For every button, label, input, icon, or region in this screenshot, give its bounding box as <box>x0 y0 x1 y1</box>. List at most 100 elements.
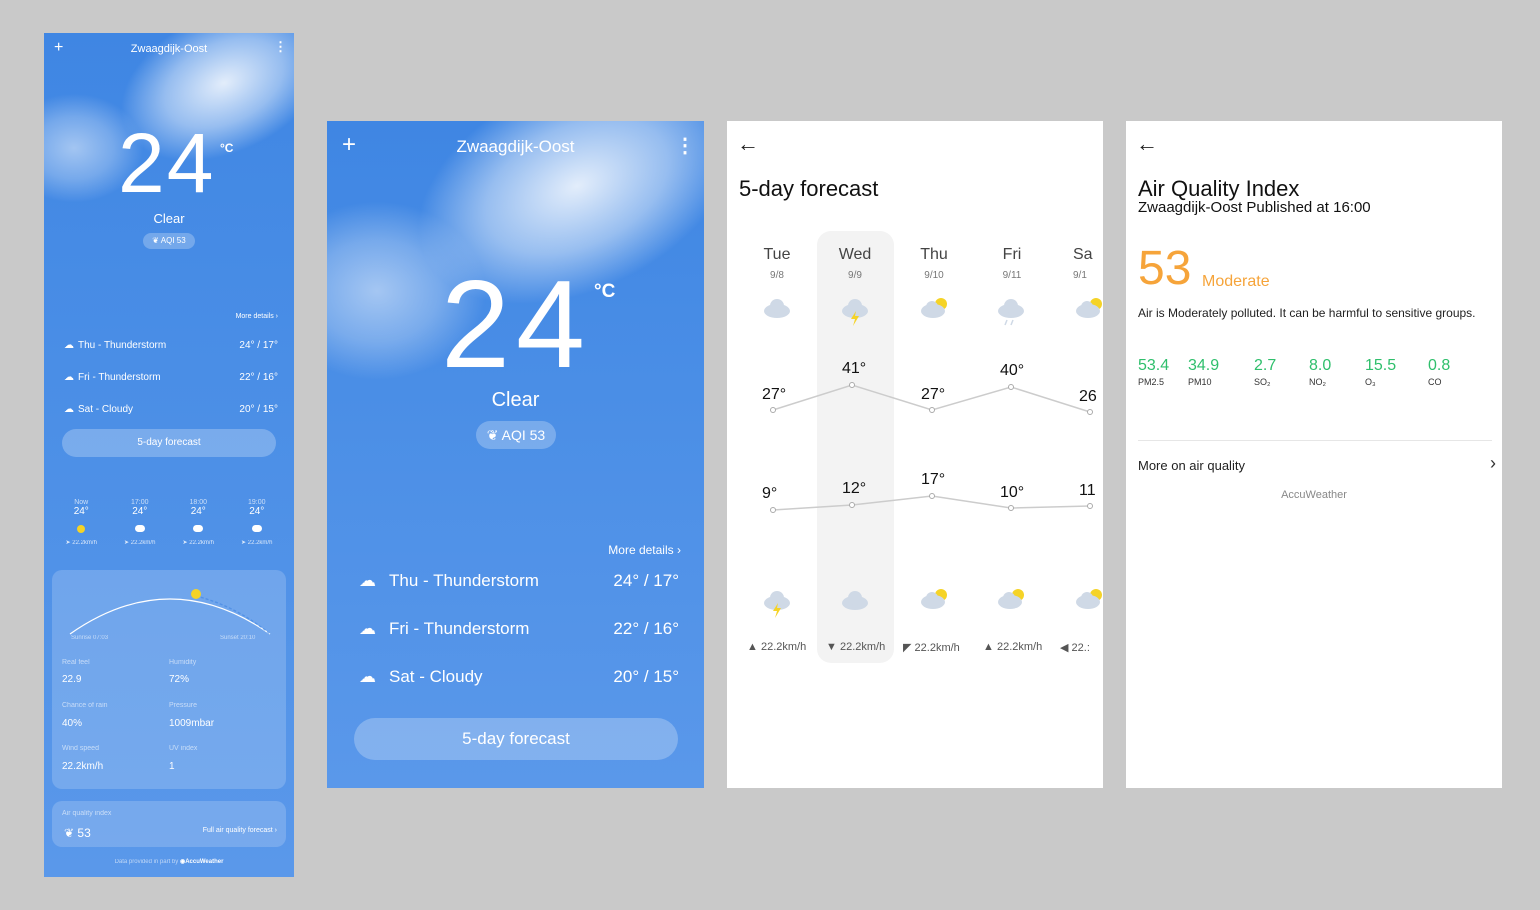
thunderstorm-icon: ☁ <box>64 339 74 351</box>
hour-wind: 22.2km/h <box>72 540 97 546</box>
forecast-temps: 22° / 16° <box>239 371 278 383</box>
partly-cloudy-icon <box>921 589 947 609</box>
forecast-temps: 24° / 17° <box>239 339 278 351</box>
forecast-row[interactable]: ☁ Sat - Cloudy 20° / 15° <box>359 653 679 701</box>
high-temp: 27° <box>921 386 946 403</box>
pollutant: 8.0 NO₂ <box>1309 357 1331 387</box>
wind-arrow-icon: ▲ <box>747 641 758 653</box>
more-details-label: More details <box>608 543 674 557</box>
high-temp: 40° <box>1000 362 1025 379</box>
aq-card-label: Air quality index <box>62 810 112 817</box>
data-provider-brand: AccuWeather <box>185 859 224 865</box>
partly-cloudy-icon <box>998 589 1024 609</box>
screen-main-full: + Zwaagdijk-Oost ⋮ 24 °C Clear ❦ AQI 53 … <box>44 33 294 877</box>
divider <box>1138 440 1492 441</box>
wind-value: 22.2km/h <box>914 642 960 654</box>
pollutant-label: PM10 <box>1188 377 1212 387</box>
more-details-link[interactable]: More details › <box>194 313 278 320</box>
forecast-temps: 20° / 15° <box>239 403 278 415</box>
data-provider: Data provided in part by ◉AccuWeather <box>44 858 294 865</box>
forecast-row[interactable]: ☁ Sat - Cloudy 20° / 15° <box>64 393 278 425</box>
partly-cloudy-icon <box>193 525 204 532</box>
high-temp: 26 <box>1079 388 1097 405</box>
wind-arrow-icon: ▼ <box>826 641 837 653</box>
wind-arrow-icon: ➤ <box>182 540 188 546</box>
hourly-item: 19:00 24° ➤ 22.2km/h <box>228 499 287 546</box>
more-on-air-quality-row[interactable]: More on air quality › <box>1138 453 1496 477</box>
screen-five-day: ← 5-day forecast Tue 9/8 Wed 9/9 Thu 9/1… <box>727 121 1103 788</box>
cloudy-icon: ☁ <box>359 667 376 686</box>
hour-wind: 22.2km/h <box>247 540 273 546</box>
detail-value: 72% <box>169 674 190 685</box>
cloudy-icon <box>842 591 868 610</box>
temp-unit: °C <box>594 281 616 302</box>
wind-arrow-icon: ➤ <box>124 540 130 546</box>
screen-air-quality: ← Air Quality Index Zwaagdijk-Oost Publi… <box>1126 121 1502 788</box>
detail-value: 1009mbar <box>169 718 215 729</box>
pollutant-value: 15.5 <box>1365 357 1397 374</box>
partly-cloudy-icon <box>251 525 262 532</box>
page-subtitle: Zwaagdijk-Oost Published at 16:00 <box>1138 199 1371 216</box>
sun-arc <box>69 589 271 635</box>
location-title: Zwaagdijk-Oost <box>130 43 208 55</box>
data-provider-text: Data provided in part by <box>114 859 179 865</box>
pollutant-label: PM2.5 <box>1138 377 1165 387</box>
full-aq-forecast-link[interactable]: Full air quality forecast › <box>162 827 277 834</box>
sunrise-time: Sunrise 07:03 <box>71 635 109 641</box>
forecast-row[interactable]: ☁ Fri - Thunderstorm 22° / 16° <box>64 361 278 393</box>
forecast-day: Sat - Cloudy <box>78 403 134 415</box>
hourly-item: 17:00 24° ➤ 22.2km/h <box>111 499 170 546</box>
hour-time: Now <box>74 499 89 506</box>
forecast-day: Fri - Thunderstorm <box>78 371 161 383</box>
pollutant: 53.4 PM2.5 <box>1138 357 1169 387</box>
aqi-description: Air is Moderately polluted. It can be ha… <box>1138 306 1476 320</box>
forecast-row[interactable]: ☁ Fri - Thunderstorm 22° / 16° <box>359 605 679 653</box>
chevron-right-icon: › <box>1490 453 1496 473</box>
aqi-badge[interactable]: ❦ AQI 53 <box>476 421 556 449</box>
pollutant-label: O₃ <box>1365 377 1376 387</box>
detail-label: Pressure <box>169 702 198 709</box>
wind-arrow-icon: ▲ <box>983 641 994 653</box>
forecast-day: Thu - Thunderstorm <box>389 571 539 590</box>
pollutant-value: 34.9 <box>1188 357 1220 374</box>
pollutant: 34.9 PM10 <box>1188 357 1219 387</box>
forecast-row[interactable]: ☁ Thu - Thunderstorm 24° / 17° <box>359 557 679 605</box>
partly-cloudy-icon <box>134 525 145 532</box>
detail-value: 40% <box>62 718 83 729</box>
temp-unit: °C <box>220 141 234 155</box>
condition: Clear <box>153 211 185 226</box>
aq-card-value: 53 <box>77 826 91 840</box>
more-details-link[interactable]: More details › <box>557 543 681 557</box>
low-temp: 12° <box>842 480 867 497</box>
hour-wind: 22.2km/h <box>189 540 214 546</box>
wind-value: 22.2km/h <box>839 641 886 653</box>
wind-speed: ▲ 22.2km/h <box>983 641 1042 653</box>
condition: Clear <box>491 389 540 411</box>
wind-speed: ▲ 22.2km/h <box>747 641 806 653</box>
pollutant-value: 8.0 <box>1309 357 1332 374</box>
sunset-time: Sunset 20:10 <box>220 635 256 641</box>
wind-arrow-icon: ➤ <box>65 540 71 546</box>
thunderstorm-icon: ☁ <box>64 371 74 383</box>
low-temp: 11 <box>1079 482 1096 499</box>
forecast-row[interactable]: ☁ Thu - Thunderstorm 24° / 17° <box>64 329 278 361</box>
wind-speed: ◀ 22.: <box>1060 641 1090 654</box>
back-arrow-icon[interactable]: ← <box>1136 131 1158 157</box>
leaf-icon: ❦ <box>152 236 159 245</box>
menu-icon[interactable]: ⋮ <box>675 133 695 158</box>
five-day-forecast-button[interactable]: 5-day forecast <box>354 718 678 760</box>
low-temp: 10° <box>1000 484 1025 501</box>
hour-wind: 22.2km/h <box>130 540 156 546</box>
pollutant-label: NO₂ <box>1309 377 1326 387</box>
wind-value: 22.: <box>1071 642 1090 654</box>
aqi-badge[interactable]: ❦ AQI 53 <box>143 233 195 249</box>
detail-value: 22.9 <box>62 674 82 685</box>
air-quality-card[interactable]: Air quality index ❦ 53 Full air quality … <box>52 801 286 847</box>
five-day-forecast-button[interactable]: 5-day forecast <box>62 429 276 457</box>
forecast-day: Fri - Thunderstorm <box>389 619 530 638</box>
forecast-temps: 24° / 17° <box>613 571 679 590</box>
aqi-level: Moderate <box>1202 273 1270 290</box>
menu-icon[interactable]: ⋮ <box>274 39 287 55</box>
data-source: AccuWeather <box>1281 489 1347 501</box>
wind-value: 22.2km/h <box>996 641 1043 653</box>
